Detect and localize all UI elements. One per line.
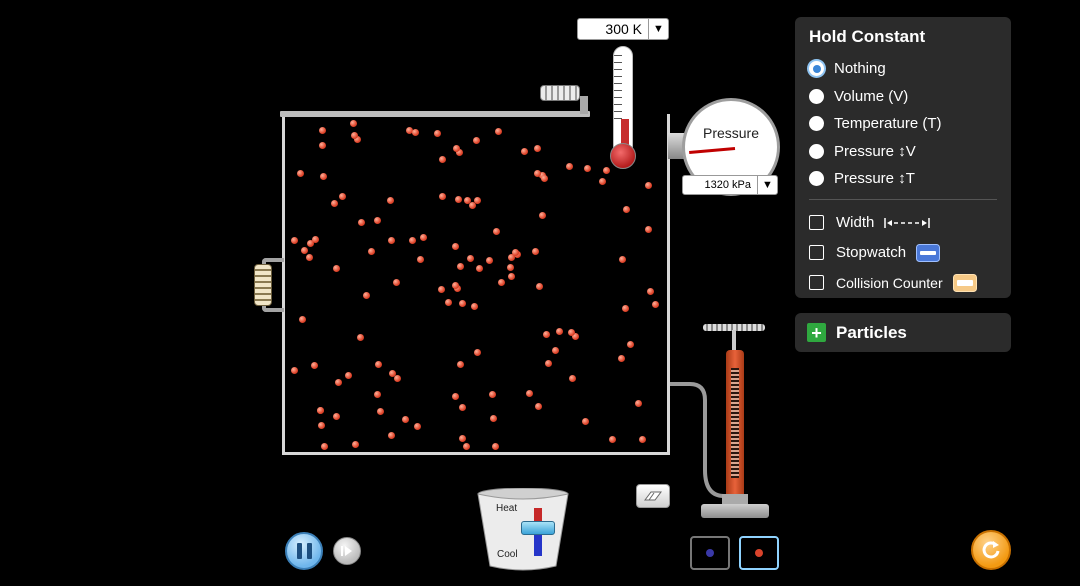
collision-counter-icon (952, 273, 977, 292)
hold-constant-options: Nothing Volume (V) Temperature (T) Press… (809, 55, 997, 193)
eraser-icon (644, 491, 662, 501)
pump-rod (732, 330, 736, 352)
radio-label: Temperature (T) (834, 115, 942, 133)
width-arrows-icon (884, 217, 931, 228)
step-forward-icon (341, 546, 352, 556)
particles-panel-header[interactable]: + Particles (795, 313, 1011, 352)
particles-panel-title: Particles (836, 322, 907, 342)
divider (809, 198, 997, 200)
radio-button[interactable] (809, 88, 824, 104)
pump-scale (731, 368, 739, 478)
checkbox[interactable] (809, 275, 824, 290)
radio-button[interactable] (809, 143, 824, 159)
plus-icon[interactable]: + (807, 323, 826, 342)
reset-all-button[interactable] (971, 530, 1011, 570)
reset-icon (982, 541, 1000, 559)
hold-constant-panel: Hold Constant Nothing Volume (V) Tempera… (795, 17, 1011, 298)
stopwatch-icon (916, 243, 941, 262)
checkbox-label: Width (836, 214, 875, 231)
play-pause-button[interactable] (285, 532, 323, 570)
step-button[interactable] (333, 537, 361, 565)
heavy-particle-button[interactable] (690, 536, 730, 570)
radio-label: Pressure ↕V (834, 142, 916, 160)
checkbox[interactable] (809, 215, 824, 230)
radio-nothing[interactable]: Nothing (809, 55, 997, 83)
heat-label: Heat (496, 503, 518, 514)
light-particle-button[interactable] (739, 536, 779, 570)
checkbox[interactable] (809, 245, 824, 260)
erase-particles-button[interactable] (636, 484, 670, 508)
light-particle-icon (755, 549, 763, 557)
checkbox-label: Stopwatch (836, 244, 907, 261)
radio-label: Pressure ↕T (834, 170, 915, 188)
radio-temperature[interactable]: Temperature (T) (809, 110, 997, 138)
pump-base (701, 504, 769, 518)
checkbox-collision-counter[interactable]: Collision Counter (809, 268, 997, 298)
pause-icon-bar (306, 543, 312, 559)
pause-icon (296, 543, 302, 559)
checkbox-stopwatch[interactable]: Stopwatch (809, 238, 997, 268)
checkbox-label: Collision Counter (836, 274, 943, 291)
radio-pressure-t[interactable]: Pressure ↕T (809, 165, 997, 193)
radio-volume[interactable]: Volume (V) (809, 83, 997, 111)
heater-cooler-slider[interactable] (521, 521, 555, 535)
cool-label: Cool (497, 549, 518, 560)
radio-button[interactable] (809, 116, 824, 132)
radio-label: Volume (V) (834, 87, 909, 105)
hold-constant-title: Hold Constant (809, 27, 926, 46)
radio-button[interactable] (809, 171, 824, 187)
radio-label: Nothing (834, 60, 886, 78)
radio-pressure-v[interactable]: Pressure ↕V (809, 138, 997, 166)
heavy-particle-icon (706, 549, 714, 557)
bicycle-pump[interactable] (726, 350, 744, 498)
checkbox-width[interactable]: Width (809, 208, 997, 238)
radio-button[interactable] (809, 61, 824, 77)
